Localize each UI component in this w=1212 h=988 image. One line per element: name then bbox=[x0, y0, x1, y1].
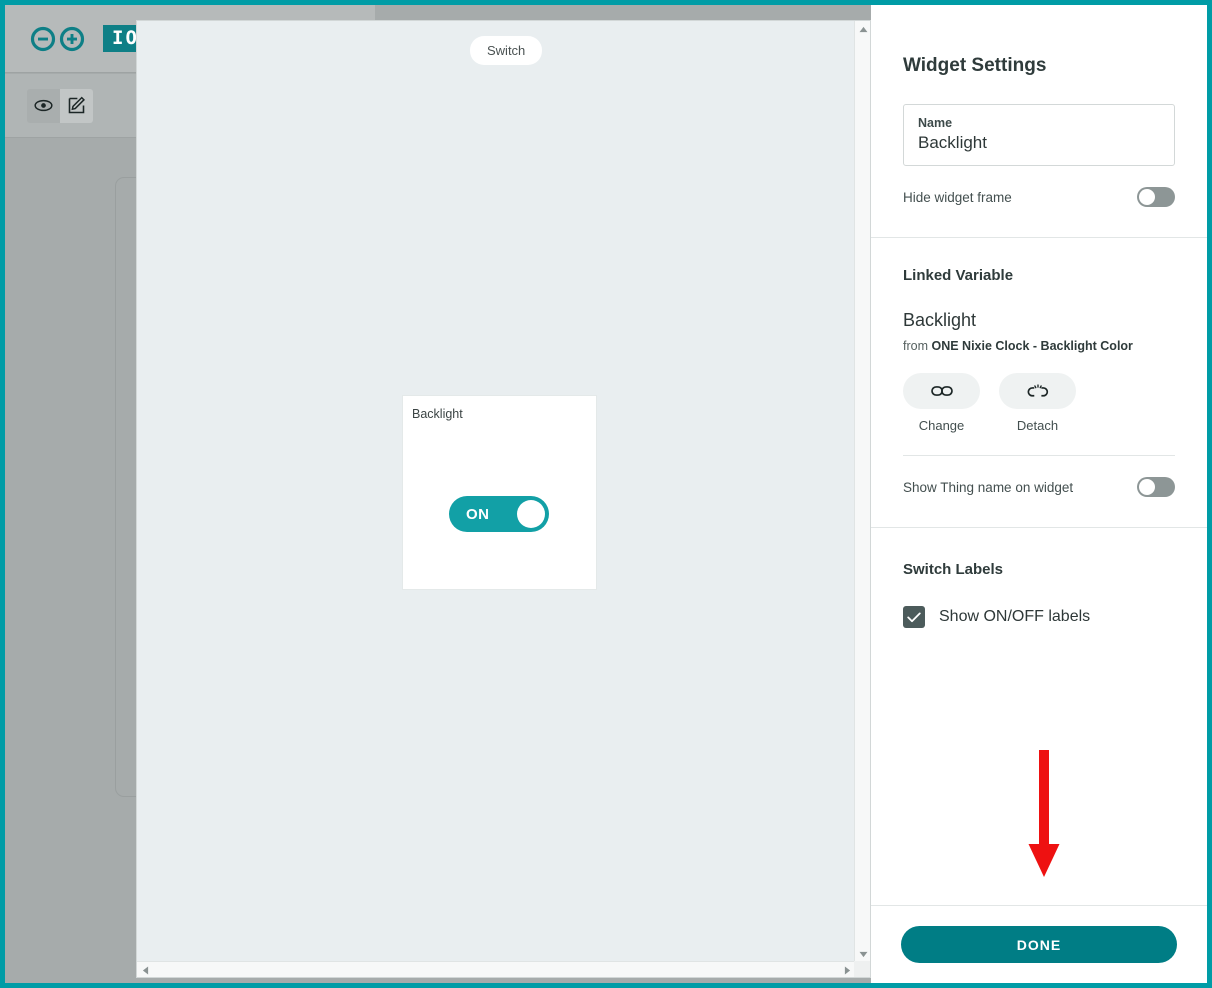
broken-chain-icon bbox=[1027, 384, 1048, 397]
view-mode-button[interactable] bbox=[27, 88, 60, 123]
change-variable-button[interactable] bbox=[903, 373, 980, 409]
show-thing-name-toggle[interactable] bbox=[1137, 477, 1175, 497]
pencil-square-icon bbox=[68, 96, 85, 114]
widget-toggle-state-label: ON bbox=[466, 505, 490, 523]
linked-variable-source: from ONE Nixie Clock - Backlight Color bbox=[903, 339, 1175, 353]
chevron-down-icon bbox=[859, 951, 867, 957]
show-thing-name-toggle-knob bbox=[1139, 479, 1155, 495]
canvas-horizontal-scrollbar[interactable] bbox=[137, 961, 855, 977]
hide-widget-frame-toggle[interactable] bbox=[1137, 187, 1175, 207]
panel-footer: DONE bbox=[871, 906, 1207, 983]
change-variable-caption: Change bbox=[918, 418, 965, 433]
switch-labels-section: Switch Labels Show ON/OFF labels bbox=[871, 528, 1207, 628]
arduino-infinity-logo-icon bbox=[30, 26, 85, 51]
scrollbar-resize-corner bbox=[854, 961, 870, 977]
link-action-buttons: Change Detach bbox=[903, 373, 1175, 433]
detach-variable-caption: Detach bbox=[1016, 418, 1059, 433]
chain-link-icon bbox=[930, 386, 953, 396]
linked-variable-name: Backlight bbox=[903, 310, 977, 330]
linked-variable-inner-divider bbox=[903, 455, 1175, 456]
panel-title: Widget Settings bbox=[903, 55, 1047, 76]
chevron-right-icon bbox=[844, 966, 850, 974]
show-thing-name-label: Show Thing name on widget bbox=[903, 479, 1074, 495]
linked-variable-heading: Linked Variable bbox=[903, 267, 1014, 284]
app-frame: IOT Switch Backlight ON Widget Settings … bbox=[0, 0, 1212, 988]
widget-canvas[interactable]: Switch Backlight ON bbox=[137, 21, 855, 962]
linked-variable-section: Linked Variable Backlight from ONE Nixie… bbox=[871, 238, 1207, 527]
widget-settings-panel: Widget Settings Name Backlight Hide widg… bbox=[871, 5, 1207, 983]
widget-toggle-knob bbox=[517, 500, 545, 528]
linked-variable-source-name: ONE Nixie Clock - Backlight Color bbox=[931, 339, 1133, 353]
hide-widget-frame-label: Hide widget frame bbox=[903, 189, 1012, 205]
detach-variable-action[interactable]: Detach bbox=[999, 373, 1076, 433]
show-on-off-labels-checkbox[interactable] bbox=[903, 606, 925, 628]
view-edit-toggle-group[interactable] bbox=[27, 88, 93, 123]
show-on-off-labels-label: Show ON/OFF labels bbox=[939, 608, 1091, 625]
change-variable-action[interactable]: Change bbox=[903, 373, 980, 433]
checkmark-icon bbox=[907, 612, 921, 622]
linked-variable-from-prefix: from bbox=[903, 339, 932, 353]
edit-mode-button[interactable] bbox=[60, 88, 93, 123]
widget-name-label: Name bbox=[918, 116, 953, 130]
scroll-down-button[interactable] bbox=[855, 946, 871, 962]
scroll-left-button[interactable] bbox=[137, 962, 153, 978]
show-thing-name-row: Show Thing name on widget bbox=[903, 477, 1175, 527]
general-settings-section: Widget Settings Name Backlight Hide widg… bbox=[871, 5, 1207, 237]
chevron-up-icon bbox=[859, 26, 867, 32]
canvas-vertical-scrollbar[interactable] bbox=[854, 21, 870, 962]
detach-variable-button[interactable] bbox=[999, 373, 1076, 409]
chevron-left-icon bbox=[142, 966, 148, 974]
show-on-off-labels-row[interactable]: Show ON/OFF labels bbox=[903, 606, 1175, 628]
widget-canvas-window: Switch Backlight ON bbox=[136, 20, 871, 978]
done-button[interactable]: DONE bbox=[901, 926, 1177, 963]
scroll-right-button[interactable] bbox=[839, 962, 855, 978]
widget-name-input[interactable]: Backlight bbox=[918, 133, 1160, 153]
switch-labels-heading: Switch Labels bbox=[903, 561, 1004, 578]
switch-widget-card[interactable]: Backlight ON bbox=[402, 395, 597, 590]
scroll-up-button[interactable] bbox=[855, 21, 871, 37]
widget-card-label: Backlight bbox=[412, 407, 463, 421]
hide-widget-frame-row: Hide widget frame bbox=[903, 187, 1175, 237]
hide-widget-frame-toggle-knob bbox=[1139, 189, 1155, 205]
widget-type-tag: Switch bbox=[470, 36, 543, 65]
widget-name-field[interactable]: Name Backlight bbox=[903, 104, 1175, 166]
panel-spacer bbox=[871, 628, 1207, 905]
eye-icon bbox=[34, 99, 53, 112]
widget-toggle-switch[interactable]: ON bbox=[449, 496, 549, 532]
